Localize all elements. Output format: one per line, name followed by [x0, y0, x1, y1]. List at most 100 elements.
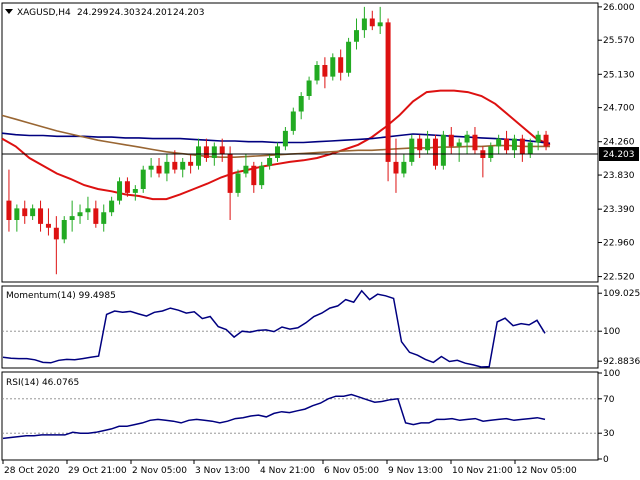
candle-body [361, 18, 367, 31]
candle-body [322, 65, 328, 77]
price-tick-label: 23.390 [603, 205, 635, 215]
candle-body [401, 161, 407, 174]
price-tick-label: 23.830 [603, 171, 635, 181]
time-tick-label: 6 Nov 05:00 [324, 466, 379, 476]
indicator-tick-label: 100 [603, 369, 620, 379]
candle-body [30, 208, 36, 217]
indicator-tick-label: 0 [603, 455, 609, 465]
candle-body [338, 57, 344, 73]
candle [432, 134, 438, 170]
indicator-tick-label: 100 [603, 327, 620, 337]
candle-body [172, 161, 178, 170]
candle-body [140, 169, 146, 189]
candle-body [38, 208, 44, 224]
candle-body [14, 208, 20, 220]
price-tick-label: 25.570 [603, 36, 635, 46]
candle-body [496, 138, 502, 147]
candle-body [117, 181, 123, 201]
candle-body [6, 200, 12, 220]
candle [346, 37, 352, 77]
candle-body [519, 138, 525, 155]
candle-body [385, 22, 391, 162]
candle-body [369, 18, 375, 27]
ohlc-low: 24.201 [141, 8, 173, 18]
rsi-title: RSI(14) 46.0765 [6, 378, 79, 388]
candle-body [109, 200, 115, 213]
candle [140, 165, 146, 193]
candle-body [219, 146, 225, 155]
candle-body [235, 173, 241, 193]
time-tick-label: 10 Nov 21:00 [452, 466, 513, 476]
candle [235, 169, 241, 197]
indicator-tick-label: 92.8836 [603, 357, 640, 367]
ohlc-close: 24.203 [173, 8, 205, 18]
candle [330, 53, 336, 81]
time-axis: 28 Oct 2020 29 Oct 21:00 2 Nov 05:00 3 Nov … [2, 460, 577, 476]
candle-body [448, 134, 454, 147]
candle [290, 107, 296, 135]
candle-body [393, 161, 399, 174]
price-tick-label: 24.260 [603, 138, 635, 148]
candle-body [180, 161, 186, 170]
candle-body [188, 161, 194, 166]
indicator-tick-label: 30 [603, 429, 615, 439]
candle-body [203, 146, 209, 158]
candle-body [243, 165, 249, 174]
time-tick-label: 3 Nov 13:00 [195, 466, 250, 476]
candle [409, 134, 415, 166]
candle-body [267, 158, 273, 166]
candle-body [282, 130, 288, 147]
candle-body [330, 57, 336, 77]
candle-body [346, 41, 352, 73]
candle-body [101, 212, 107, 224]
candle-body [164, 161, 170, 174]
candle-body [472, 134, 478, 151]
candle-body [298, 96, 304, 112]
price-tick-label: 24.700 [603, 104, 635, 114]
candle-body [504, 138, 510, 151]
candle-body [275, 146, 280, 158]
candle-body [440, 134, 446, 166]
ohlc-high: 24.303 [109, 8, 141, 18]
candle-body [148, 165, 154, 170]
price-axis: 26.000 25.570 25.130 24.700 24.260 23.830 23.3… [598, 3, 635, 283]
candle-body [535, 134, 541, 143]
candle-body [527, 142, 533, 155]
price-tick-label: 26.000 [603, 3, 635, 13]
candle [440, 130, 446, 170]
candle-body [432, 138, 438, 166]
price-tick-label: 25.130 [603, 70, 635, 80]
candle-body [290, 111, 296, 131]
candle-body [156, 165, 162, 174]
candle-body [85, 208, 91, 213]
current-price-label: 24.203 [603, 150, 635, 160]
candle-body [488, 146, 494, 158]
candle-body [464, 134, 470, 143]
candle-body [377, 22, 383, 27]
candle-body [45, 223, 51, 228]
rsi-panel [1, 371, 599, 461]
candle-body [22, 208, 28, 217]
candle-body [409, 138, 415, 162]
momentum-axis: 109.0251 100 92.8836 [598, 289, 640, 367]
candle-body [259, 165, 265, 186]
candle-body [211, 146, 217, 158]
candle [385, 18, 391, 182]
candle-body [417, 138, 423, 151]
rsi-axis: 100 70 30 0 [598, 369, 620, 465]
candle-body [314, 65, 320, 81]
candle-body [69, 216, 75, 220]
symbol-label: XAGUSD,H4 [17, 8, 71, 18]
candle-body [306, 80, 312, 96]
candle [259, 161, 265, 189]
candle-body [61, 220, 67, 240]
price-tick-label: 22.960 [603, 238, 635, 248]
candle [117, 177, 123, 205]
indicator-tick-label: 109.0251 [603, 289, 640, 299]
price-tick-label: 22.520 [603, 273, 635, 283]
candle-body [196, 146, 202, 166]
time-tick-label: 12 Nov 05:00 [516, 466, 577, 476]
candle-body [353, 30, 359, 42]
candle-body [93, 208, 99, 224]
candle-body [543, 134, 549, 147]
